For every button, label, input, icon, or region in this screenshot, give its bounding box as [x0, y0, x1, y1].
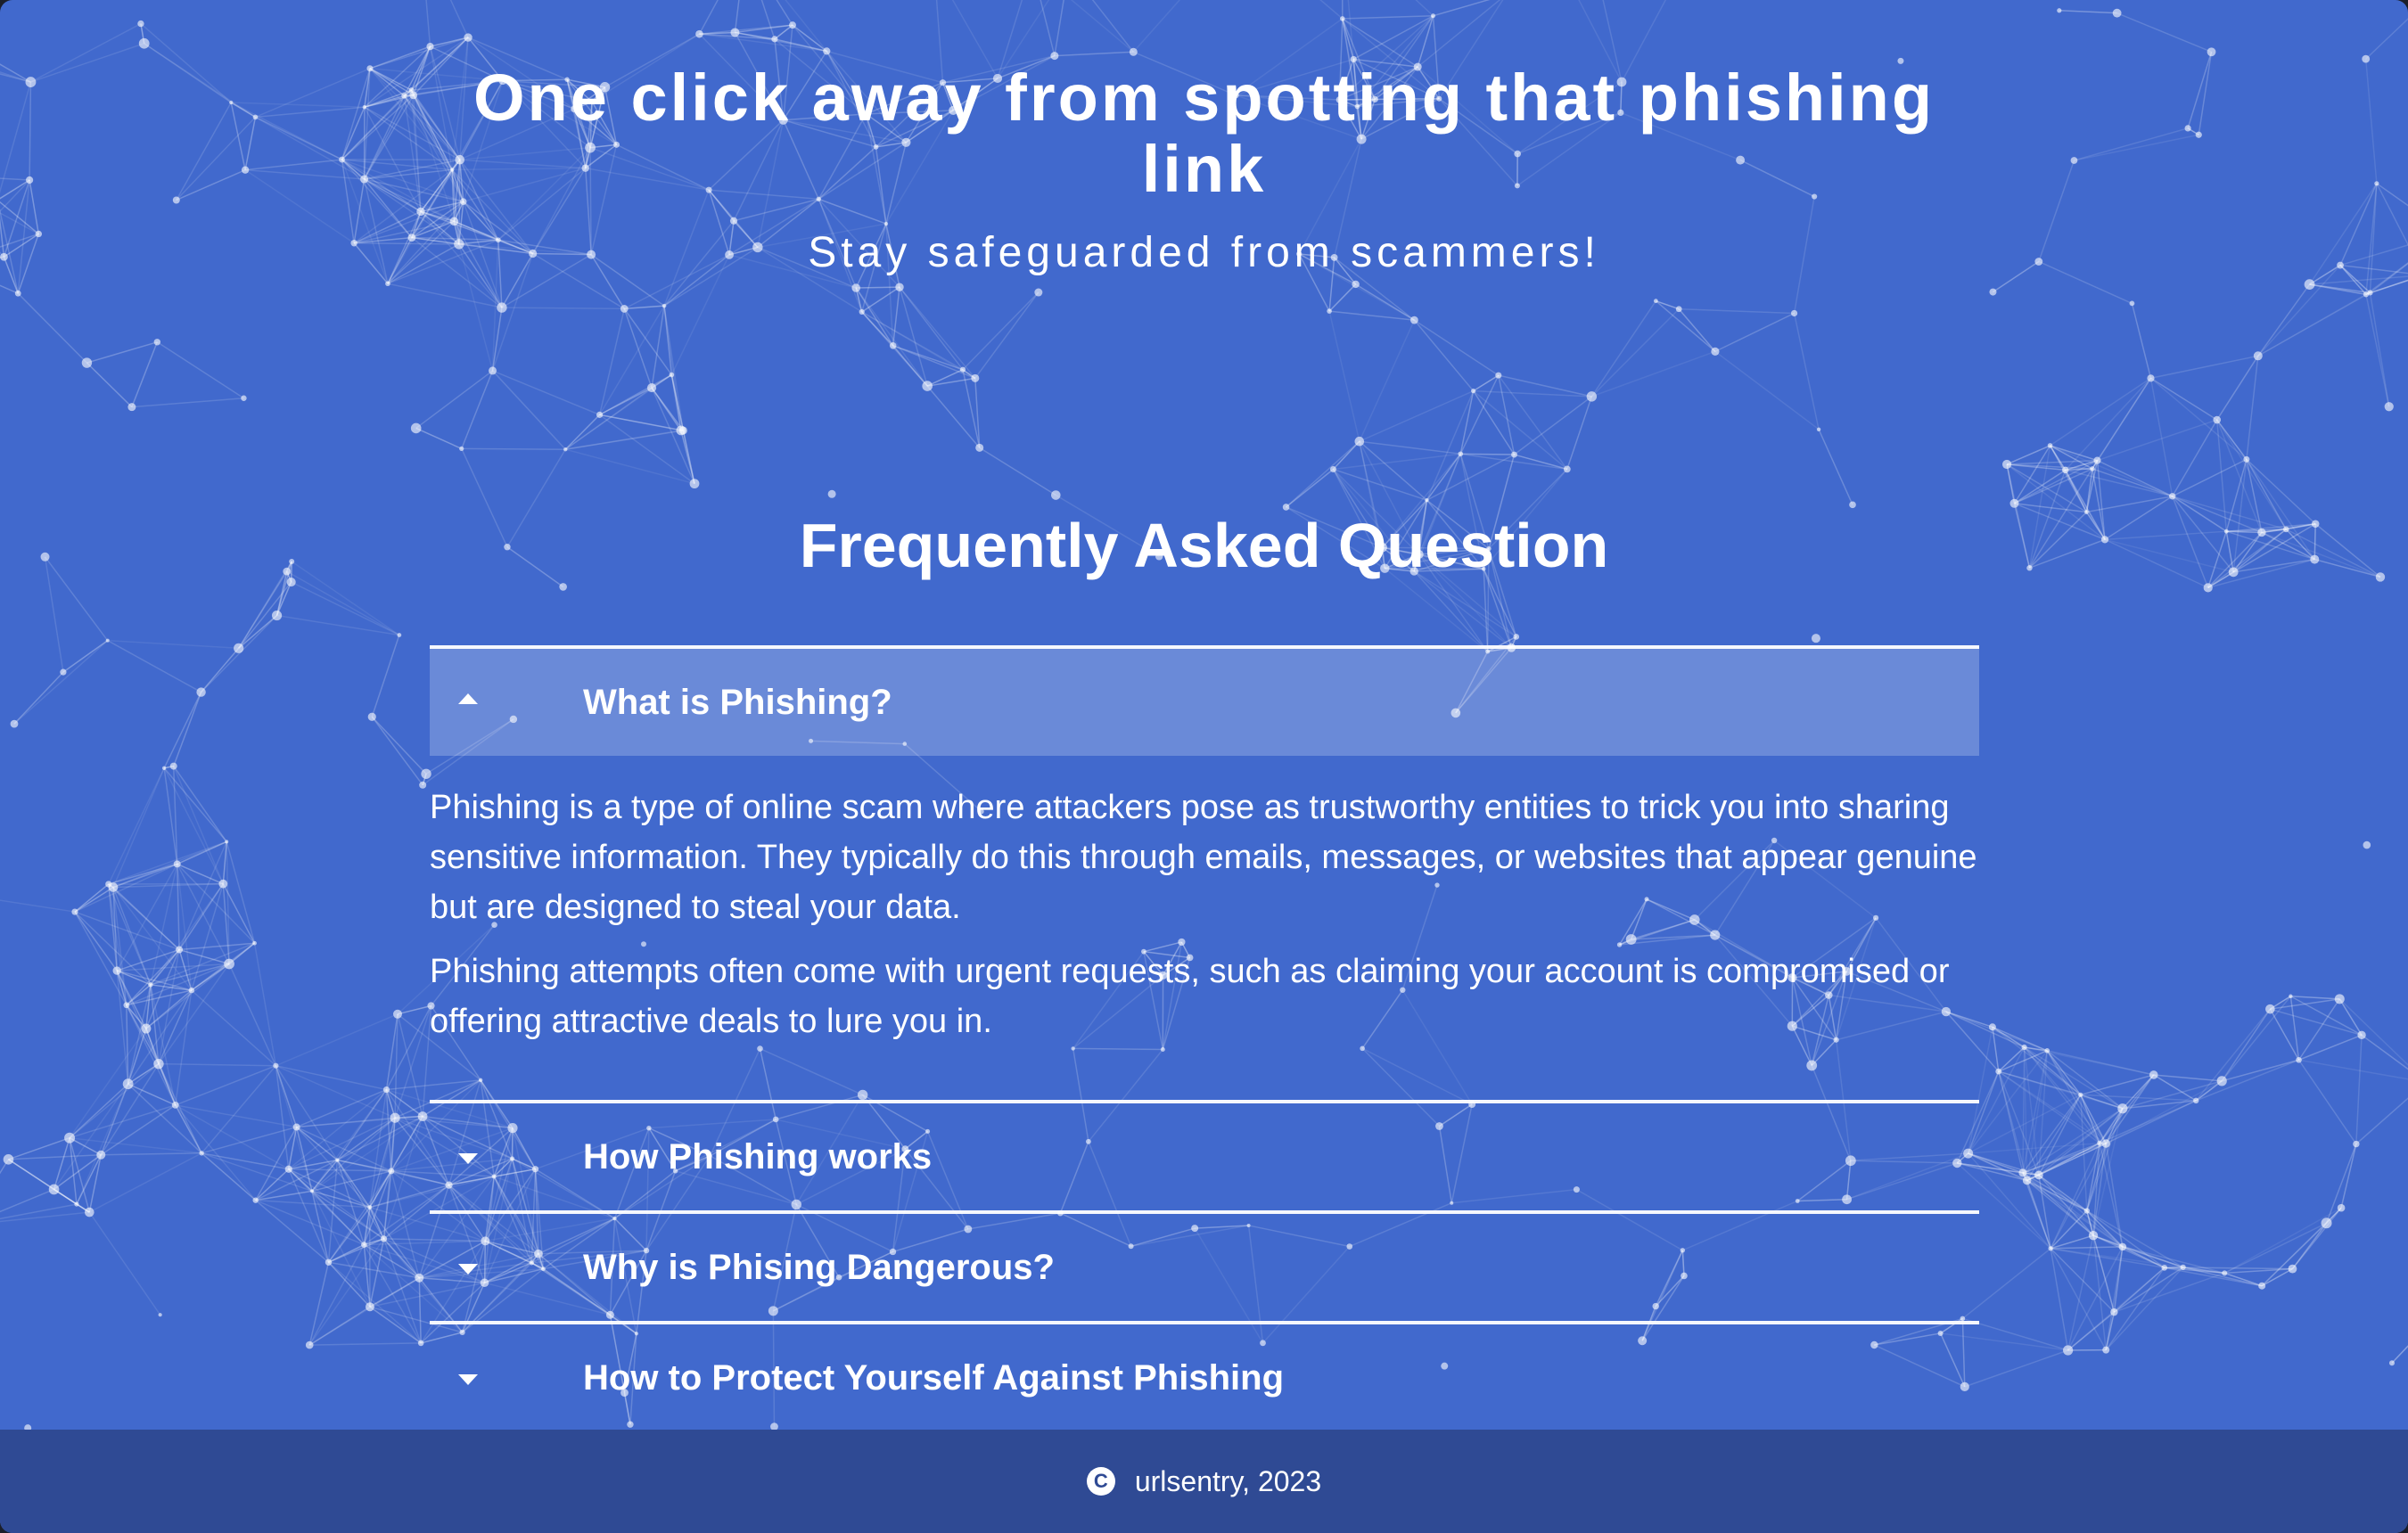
faq-question-why-dangerous[interactable]: Why is Phising Dangerous? — [430, 1214, 1979, 1321]
chevron-up-icon — [458, 693, 478, 704]
chevron-down-icon — [458, 1374, 478, 1385]
faq-heading: Frequently Asked Question — [799, 511, 1609, 580]
hero-subtitle: Stay safeguarded from scammers! — [808, 229, 1600, 276]
footer-text: urlsentry, 2023 — [1134, 1464, 1322, 1497]
copyright-icon: C — [1086, 1467, 1115, 1496]
hero-title: One click away from spotting that phishi… — [473, 61, 1935, 206]
faq-question-label: How to Protect Yourself Against Phishing — [583, 1357, 1284, 1398]
chevron-down-icon — [458, 1153, 478, 1164]
faq-answer-paragraph: Phishing attempts often come with urgent… — [430, 953, 1950, 1040]
faq-accordion: What is Phishing? Phishing is a type of … — [430, 645, 1979, 1431]
footer: C urlsentry, 2023 — [0, 1430, 2408, 1533]
faq-answer: Phishing is a type of online scam where … — [430, 756, 1979, 1100]
page: One click away from spotting that phishi… — [0, 0, 2408, 1533]
faq-question-what-is-phishing[interactable]: What is Phishing? — [430, 649, 1979, 756]
faq-question-label: What is Phishing? — [583, 682, 892, 722]
faq-question-how-phishing-works[interactable]: How Phishing works — [430, 1103, 1979, 1210]
faq-item: What is Phishing? Phishing is a type of … — [430, 645, 1979, 1100]
faq-answer-paragraph: Phishing is a type of online scam where … — [430, 789, 1977, 926]
hero: One click away from spotting that phishi… — [0, 62, 2408, 277]
faq-item: Why is Phising Dangerous? — [430, 1210, 1979, 1321]
faq-question-label: Why is Phising Dangerous? — [583, 1247, 1055, 1287]
faq-item: How to Protect Yourself Against Phishing — [430, 1321, 1979, 1431]
faq-item: How Phishing works — [430, 1100, 1979, 1210]
faq-question-how-to-protect[interactable]: How to Protect Yourself Against Phishing — [430, 1324, 1979, 1431]
chevron-down-icon — [458, 1264, 478, 1275]
faq-question-label: How Phishing works — [583, 1136, 933, 1176]
